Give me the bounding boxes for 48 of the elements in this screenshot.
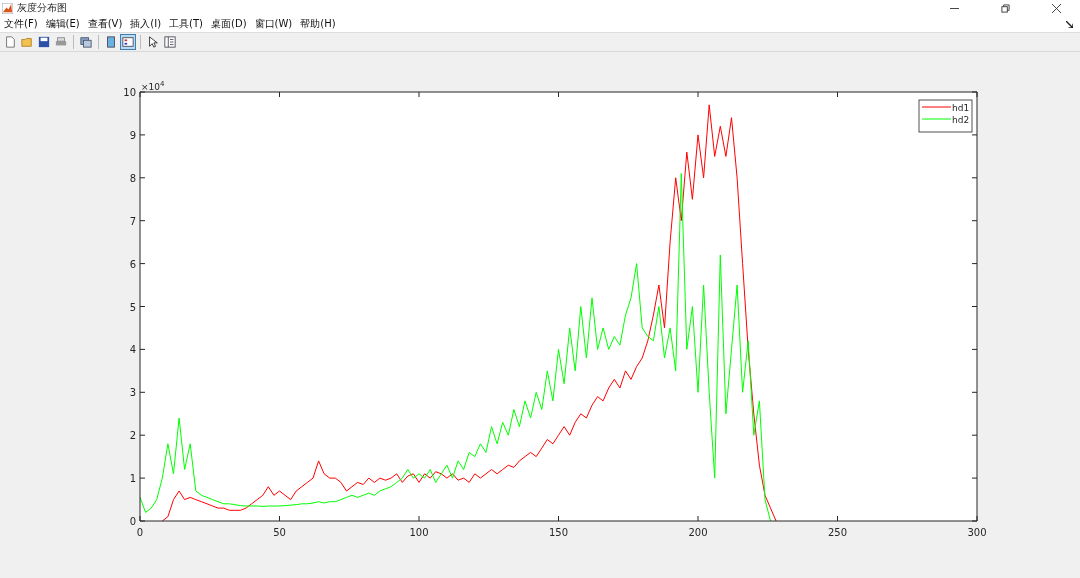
x-tick-label: 0	[136, 527, 144, 538]
restore-icon[interactable]	[1001, 3, 1010, 13]
y-tick-label: 3	[129, 387, 136, 399]
x-tick-label: 200	[688, 527, 708, 538]
menu-item[interactable]: 工具(T)	[169, 17, 204, 31]
folder-icon	[21, 36, 33, 48]
menu-item[interactable]: 文件(F)	[4, 17, 38, 31]
menu-item[interactable]: 窗口(W)	[254, 17, 293, 31]
y-tick-label: 7	[129, 215, 136, 227]
printer-icon	[55, 36, 67, 48]
cursor-icon	[147, 36, 159, 48]
y-tick-label: 0	[129, 516, 136, 527]
legend-button[interactable]	[120, 34, 136, 50]
panel-icon	[164, 36, 176, 48]
menu-item[interactable]: 查看(V)	[87, 17, 123, 31]
legend-label: hd1	[952, 103, 970, 113]
y-tick-label: 8	[129, 172, 136, 184]
menu-item[interactable]: 桌面(D)	[211, 17, 247, 31]
legend-icon	[122, 36, 134, 48]
document-icon	[4, 36, 16, 48]
dock-arrow-icon[interactable]	[1066, 20, 1073, 28]
y-tick-label: 10	[123, 87, 136, 98]
colorbar-icon	[105, 36, 117, 48]
menu-item[interactable]: 编辑(E)	[45, 17, 80, 31]
y-tick-label: 1	[129, 473, 136, 485]
y-tick-label: 6	[129, 258, 136, 270]
legend-line	[921, 106, 952, 108]
link-button[interactable]	[78, 34, 94, 50]
x-tick-label: 150	[548, 527, 569, 538]
inspector-button[interactable]	[162, 34, 178, 50]
close-icon[interactable]	[1052, 3, 1061, 13]
windows-icon	[80, 36, 92, 48]
x-tick-label: 50	[273, 527, 286, 538]
y-tick-label: 9	[129, 129, 136, 141]
exponent-label: ×10$^{4}$	[141, 79, 165, 93]
window-title: 灰度分布图	[17, 1, 67, 15]
menu-item[interactable]: 插入(I)	[130, 17, 162, 31]
y-tick-label: 4	[129, 344, 136, 356]
y-tick-label: 2	[129, 430, 136, 442]
legend-box	[918, 99, 973, 133]
legend-line	[921, 118, 952, 120]
x-tick-label: 250	[827, 527, 848, 538]
x-tick-label: 100	[409, 527, 429, 538]
x-tick-label: 300	[967, 527, 987, 538]
legend-label: hd2	[952, 115, 970, 125]
y-tick-label: 5	[129, 301, 136, 313]
save-button[interactable]	[36, 34, 52, 50]
menu-item[interactable]: 帮助(H)	[300, 17, 336, 31]
